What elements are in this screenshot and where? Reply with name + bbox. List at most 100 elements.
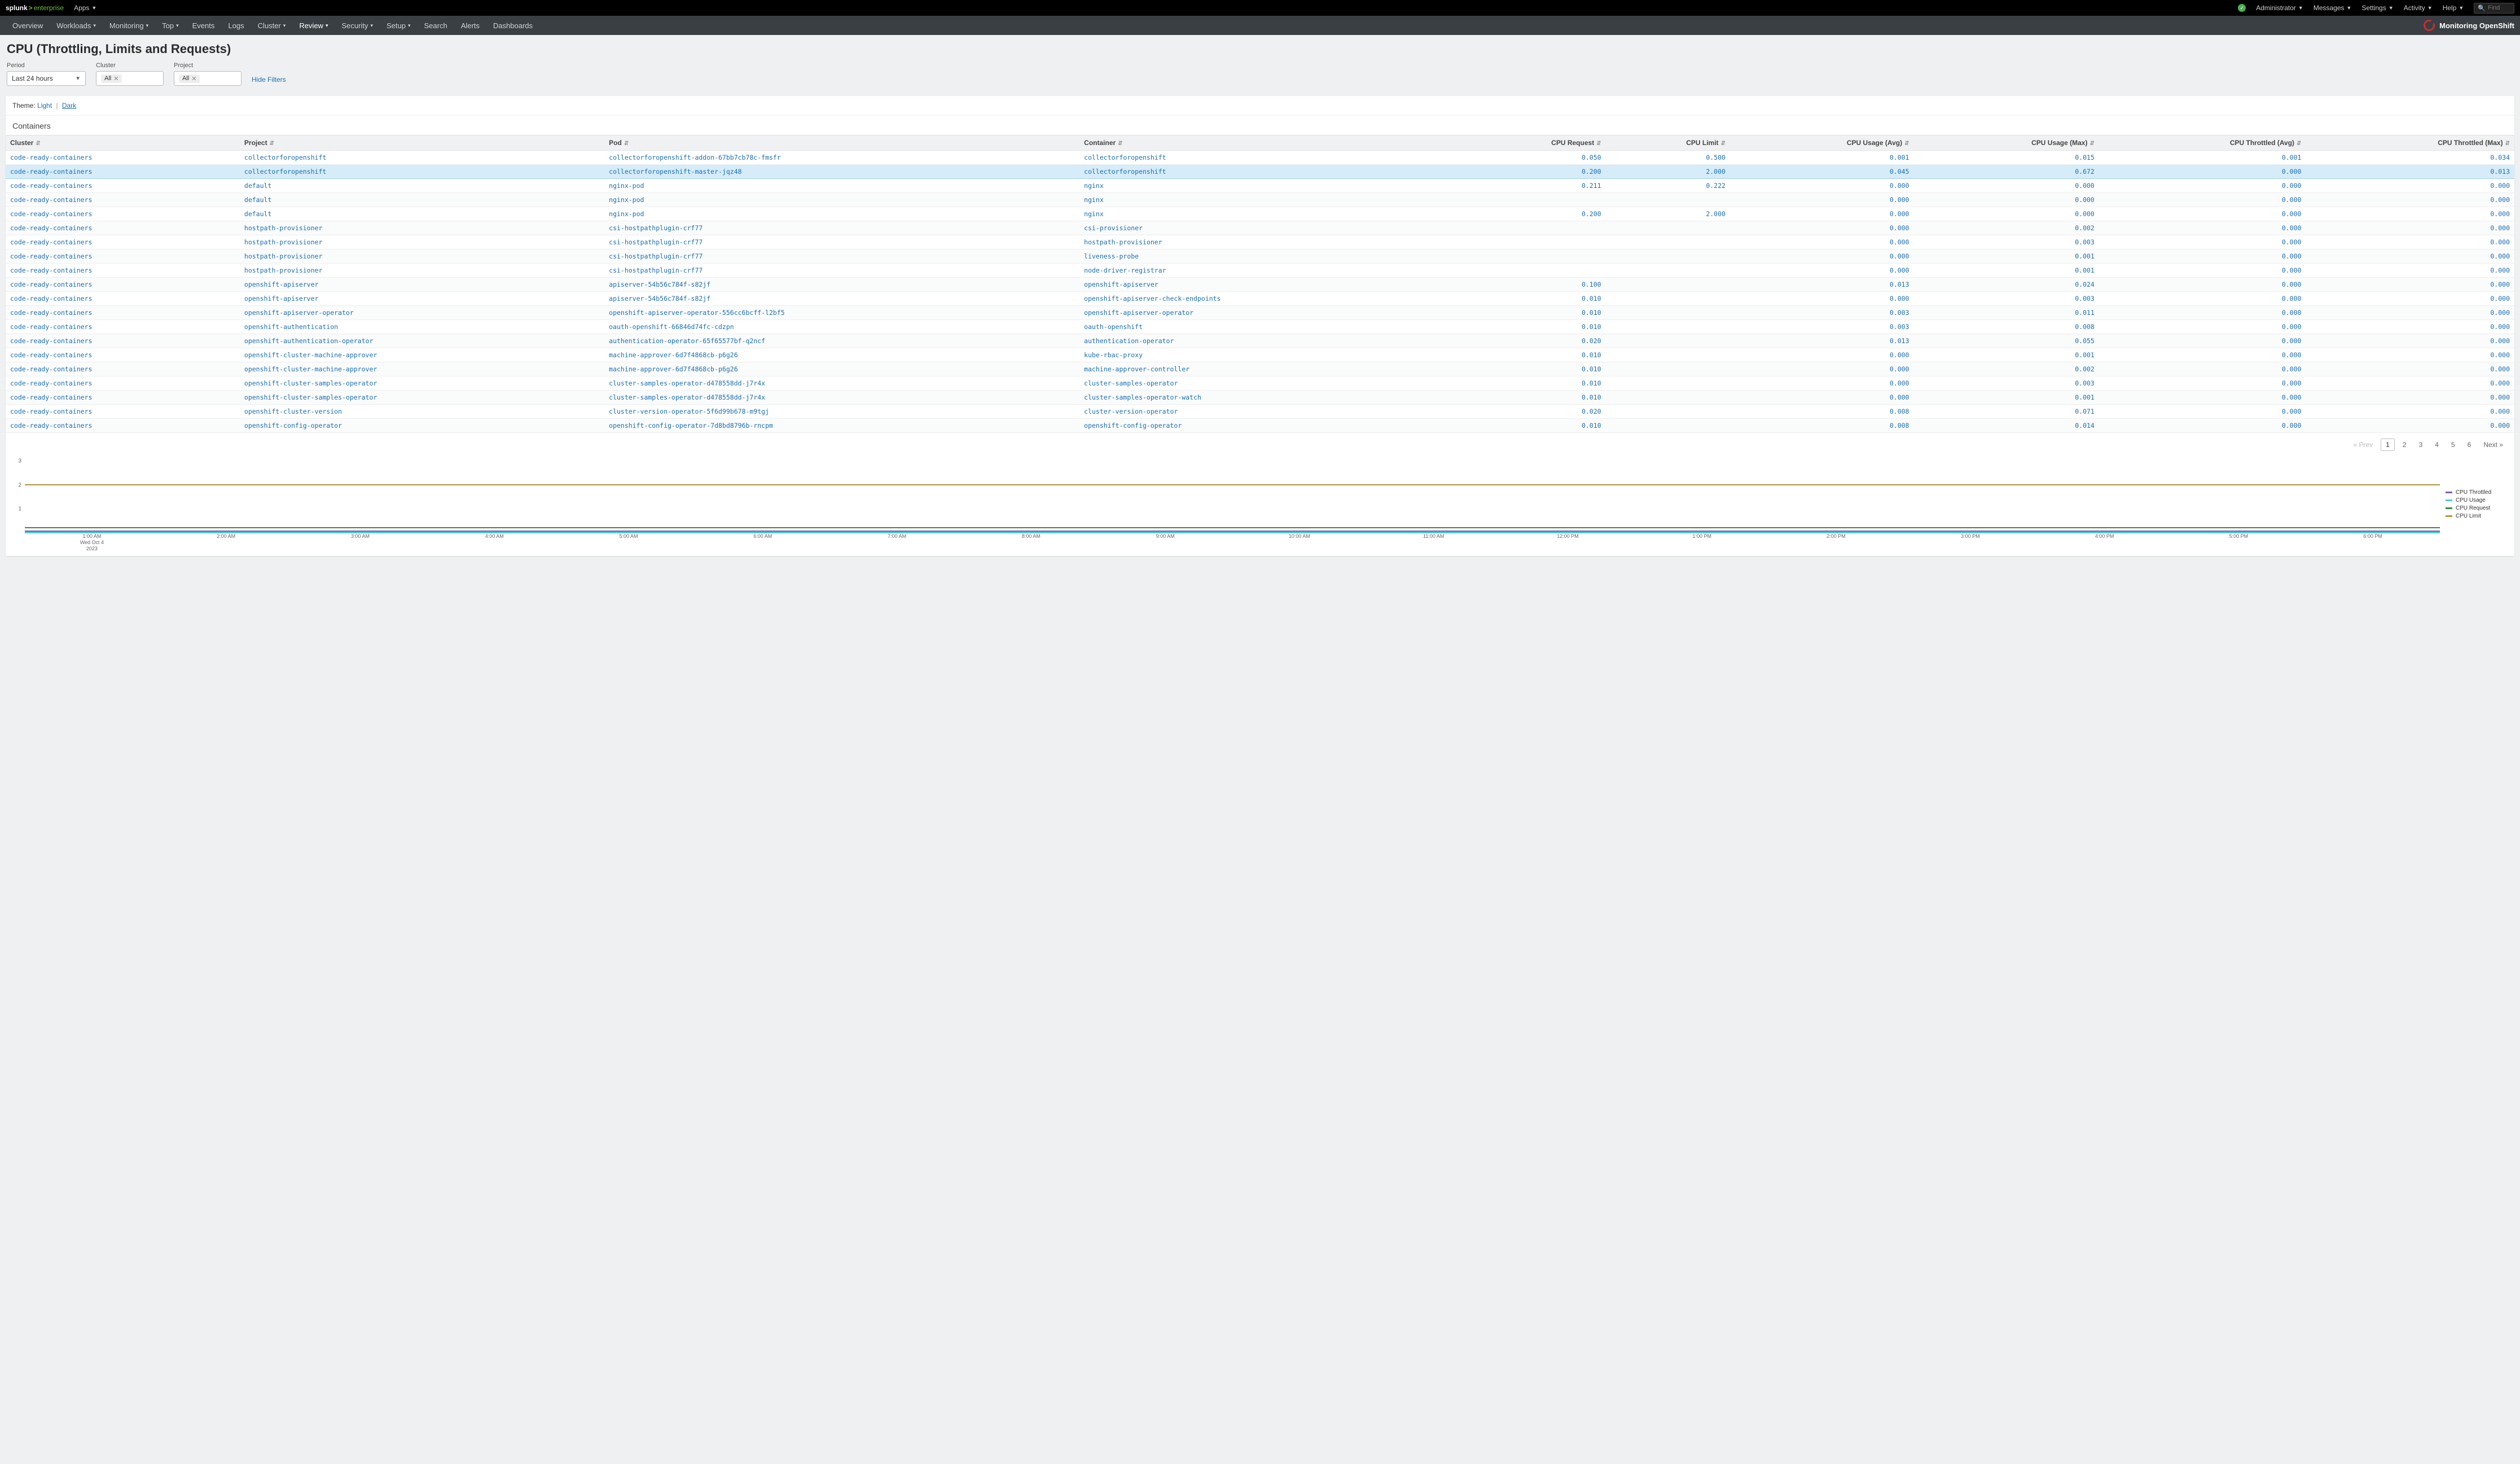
cell-link[interactable]: code-ready-containers xyxy=(6,151,240,165)
cell-link[interactable]: collectorforopenshift xyxy=(1079,165,1454,179)
cell-link[interactable]: csi-provisioner xyxy=(1079,221,1454,235)
apps-menu[interactable]: Apps ▼ xyxy=(74,4,96,12)
cell-link[interactable]: openshift-config-operator xyxy=(240,419,604,433)
chip-remove-icon[interactable]: ✕ xyxy=(113,75,118,82)
table-row[interactable]: code-ready-containersopenshift-cluster-s… xyxy=(6,391,2514,405)
cell-link[interactable]: openshift-apiserver xyxy=(240,292,604,306)
cell-link[interactable]: collectorforopenshift xyxy=(240,151,604,165)
topbar-settings-menu[interactable]: Settings ▼ xyxy=(2361,4,2393,12)
cell-link[interactable]: hostpath-provisioner xyxy=(240,221,604,235)
cell-link[interactable]: code-ready-containers xyxy=(6,391,240,405)
cell-link[interactable]: hostpath-provisioner xyxy=(1079,235,1454,249)
legend-item[interactable]: CPU Usage xyxy=(2446,497,2508,503)
cell-link[interactable]: code-ready-containers xyxy=(6,320,240,334)
nav-review[interactable]: Review▾ xyxy=(292,16,335,35)
cell-link[interactable]: apiserver-54b56c784f-s82jf xyxy=(604,278,1079,292)
cell-link[interactable]: collectorforopenshift xyxy=(240,165,604,179)
cell-link[interactable]: code-ready-containers xyxy=(6,179,240,193)
theme-light-link[interactable]: Light xyxy=(37,102,52,109)
cell-link[interactable]: openshift-apiserver-operator-556cc6bcff-… xyxy=(604,306,1079,320)
table-row[interactable]: code-ready-containersopenshift-cluster-s… xyxy=(6,376,2514,391)
theme-dark-link[interactable]: Dark xyxy=(62,102,76,109)
nav-cluster[interactable]: Cluster▾ xyxy=(251,16,293,35)
cell-link[interactable]: code-ready-containers xyxy=(6,292,240,306)
cell-link[interactable]: machine-approver-6d7f4868cb-p6g26 xyxy=(604,362,1079,376)
cell-link[interactable]: default xyxy=(240,179,604,193)
cell-link[interactable]: code-ready-containers xyxy=(6,165,240,179)
nav-search[interactable]: Search xyxy=(417,16,454,35)
hide-filters-link[interactable]: Hide Filters xyxy=(252,76,286,86)
table-row[interactable]: code-ready-containersdefaultnginx-podngi… xyxy=(6,207,2514,221)
brand-logo[interactable]: splunk>enterprise xyxy=(6,4,64,12)
cell-link[interactable]: code-ready-containers xyxy=(6,235,240,249)
cell-link[interactable]: csi-hostpathplugin-crf77 xyxy=(604,221,1079,235)
cell-link[interactable]: authentication-operator xyxy=(1079,334,1454,348)
nav-workloads[interactable]: Workloads▾ xyxy=(50,16,103,35)
cell-link[interactable]: openshift-config-operator xyxy=(1079,419,1454,433)
topbar-help-menu[interactable]: Help ▼ xyxy=(2443,4,2464,12)
cell-link[interactable]: code-ready-containers xyxy=(6,207,240,221)
cluster-select[interactable]: All ✕ xyxy=(96,71,164,86)
cell-link[interactable]: openshift-cluster-samples-operator xyxy=(240,391,604,405)
cell-link[interactable]: code-ready-containers xyxy=(6,419,240,433)
cell-link[interactable]: openshift-config-operator-7d8bd8796b-rnc… xyxy=(604,419,1079,433)
col-cpu-limit[interactable]: CPU Limit⇵ xyxy=(1606,135,1730,151)
cell-link[interactable]: openshift-cluster-machine-approver xyxy=(240,362,604,376)
cell-link[interactable]: nginx-pod xyxy=(604,207,1079,221)
cell-link[interactable]: oauth-openshift xyxy=(1079,320,1454,334)
legend-item[interactable]: CPU Limit xyxy=(2446,513,2508,519)
nav-top[interactable]: Top▾ xyxy=(155,16,186,35)
table-row[interactable]: code-ready-containersopenshift-authentic… xyxy=(6,334,2514,348)
cell-link[interactable]: code-ready-containers xyxy=(6,278,240,292)
col-cpu-usage-avg-[interactable]: CPU Usage (Avg)⇵ xyxy=(1730,135,1914,151)
cell-link[interactable]: openshift-authentication xyxy=(240,320,604,334)
cell-link[interactable]: openshift-cluster-machine-approver xyxy=(240,348,604,362)
project-select[interactable]: All ✕ xyxy=(174,71,242,86)
table-row[interactable]: code-ready-containerscollectorforopenshi… xyxy=(6,165,2514,179)
nav-logs[interactable]: Logs xyxy=(221,16,251,35)
cell-link[interactable]: code-ready-containers xyxy=(6,405,240,419)
table-row[interactable]: code-ready-containersopenshift-apiserver… xyxy=(6,278,2514,292)
cell-link[interactable]: openshift-cluster-version xyxy=(240,405,604,419)
nav-alerts[interactable]: Alerts xyxy=(454,16,486,35)
cell-link[interactable]: code-ready-containers xyxy=(6,334,240,348)
table-row[interactable]: code-ready-containershostpath-provisione… xyxy=(6,264,2514,278)
chip-remove-icon[interactable]: ✕ xyxy=(191,75,196,82)
col-project[interactable]: Project⇵ xyxy=(240,135,604,151)
col-cluster[interactable]: Cluster⇵ xyxy=(6,135,240,151)
table-row[interactable]: code-ready-containersopenshift-cluster-m… xyxy=(6,348,2514,362)
table-row[interactable]: code-ready-containers hostpath-provisione… xyxy=(6,235,2514,249)
col-container[interactable]: Container⇵ xyxy=(1079,135,1454,151)
table-row[interactable]: code-ready-containersopenshift-apiserver… xyxy=(6,306,2514,320)
chart-area[interactable]: 123 1:00 AMWed Oct 420232:00 AM3:00 AM4:… xyxy=(12,459,2440,549)
col-cpu-throttled-max-[interactable]: CPU Throttled (Max)⇵ xyxy=(2306,135,2514,151)
cell-link[interactable]: nginx xyxy=(1079,193,1454,207)
nav-monitoring[interactable]: Monitoring▾ xyxy=(103,16,155,35)
cell-link[interactable]: default xyxy=(240,207,604,221)
cell-link[interactable]: cluster-samples-operator-d478558dd-j7r4x xyxy=(604,376,1079,391)
cell-link[interactable]: openshift-apiserver-operator xyxy=(240,306,604,320)
table-row[interactable]: code-ready-containershostpath-provisione… xyxy=(6,221,2514,235)
cell-link[interactable]: openshift-cluster-samples-operator xyxy=(240,376,604,391)
table-row[interactable]: code-ready-containersopenshift-cluster-m… xyxy=(6,362,2514,376)
cell-link[interactable]: hostpath-provisioner xyxy=(240,249,604,264)
topbar-administrator-menu[interactable]: Administrator ▼ xyxy=(2256,4,2303,12)
cell-link[interactable]: cluster-samples-operator-d478558dd-j7r4x xyxy=(604,391,1079,405)
cell-link[interactable]: cluster-samples-operator xyxy=(1079,376,1454,391)
cell-link[interactable]: code-ready-containers xyxy=(6,376,240,391)
cell-link[interactable]: code-ready-containers xyxy=(6,193,240,207)
cell-link[interactable]: apiserver-54b56c784f-s82jf xyxy=(604,292,1079,306)
cell-link[interactable]: openshift-apiserver xyxy=(240,278,604,292)
cell-link[interactable]: csi-hostpathplugin-crf77 xyxy=(604,235,1079,249)
cell-link[interactable]: csi-hostpathplugin-crf77 xyxy=(604,249,1079,264)
table-row[interactable]: code-ready-containersopenshift-apiserver… xyxy=(6,292,2514,306)
pager-page-6[interactable]: 6 xyxy=(2463,439,2476,450)
app-title-block[interactable]: Monitoring OpenShift xyxy=(2424,20,2514,31)
cell-link[interactable]: kube-rbac-proxy xyxy=(1079,348,1454,362)
nav-security[interactable]: Security▾ xyxy=(335,16,380,35)
cell-link[interactable]: authentication-operator-65f65577bf-q2ncf xyxy=(604,334,1079,348)
cell-link[interactable]: nginx-pod xyxy=(604,193,1079,207)
table-row[interactable]: code-ready-containershostpath-provisione… xyxy=(6,249,2514,264)
pager-page-1[interactable]: 1 xyxy=(2381,439,2395,451)
legend-item[interactable]: CPU Request xyxy=(2446,505,2508,511)
